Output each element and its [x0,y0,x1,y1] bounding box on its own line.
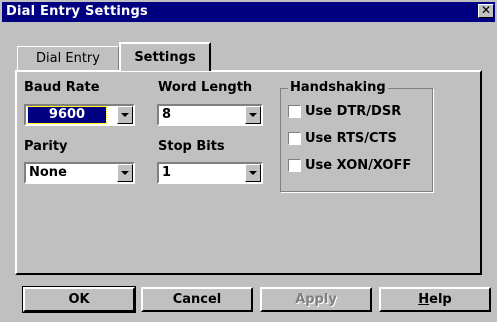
use-rts-cts-label: Use RTS/CTS [305,131,397,146]
tab-dial-entry[interactable]: Dial Entry [17,46,119,70]
cancel-button[interactable]: Cancel [141,287,253,312]
help-button[interactable]: Help [379,287,491,312]
baud-rate-select[interactable]: 9600 [24,104,135,126]
help-button-label-rest: elp [429,292,452,307]
checkbox-box[interactable] [288,159,301,172]
chevron-down-icon[interactable] [117,164,133,182]
close-button[interactable]: ✕ [478,4,494,18]
close-icon: ✕ [480,3,492,17]
ok-button[interactable]: OK [22,286,136,313]
checkbox-box[interactable] [288,132,301,145]
checkbox-box[interactable] [288,105,301,118]
stop-bits-select[interactable]: 1 [157,162,263,184]
chevron-down-icon[interactable] [245,164,261,182]
apply-button[interactable]: Apply [260,287,372,312]
ok-button-label: OK [68,292,90,307]
baud-rate-label: Baud Rate [24,80,100,95]
stop-bits-label: Stop Bits [158,139,225,154]
handshaking-title: Handshaking [288,80,388,95]
stop-bits-value: 1 [162,165,172,180]
title-bar: Dial Entry Settings ✕ [2,2,495,22]
use-xon-xoff-label: Use XON/XOFF [305,158,412,173]
tab-settings[interactable]: Settings [119,42,211,71]
parity-label: Parity [24,139,68,154]
apply-button-label: Apply [295,292,337,307]
dialog-window: Dial Entry Settings ✕ Dial Entry Setting… [0,0,497,322]
word-length-select[interactable]: 8 [157,104,263,126]
window-title: Dial Entry Settings [6,4,148,19]
word-length-value: 8 [162,107,172,122]
chevron-down-icon[interactable] [245,106,261,124]
use-dtr-dsr-label: Use DTR/DSR [305,104,402,119]
help-button-accelerator: H [418,292,430,307]
word-length-label: Word Length [158,80,253,95]
baud-rate-value: 9600 [27,106,107,124]
chevron-down-icon[interactable] [117,106,133,124]
tab-settings-label: Settings [134,50,196,65]
parity-value: None [29,165,67,180]
tab-dial-entry-label: Dial Entry [36,51,100,66]
parity-select[interactable]: None [24,162,135,184]
cancel-button-label: Cancel [172,292,222,307]
